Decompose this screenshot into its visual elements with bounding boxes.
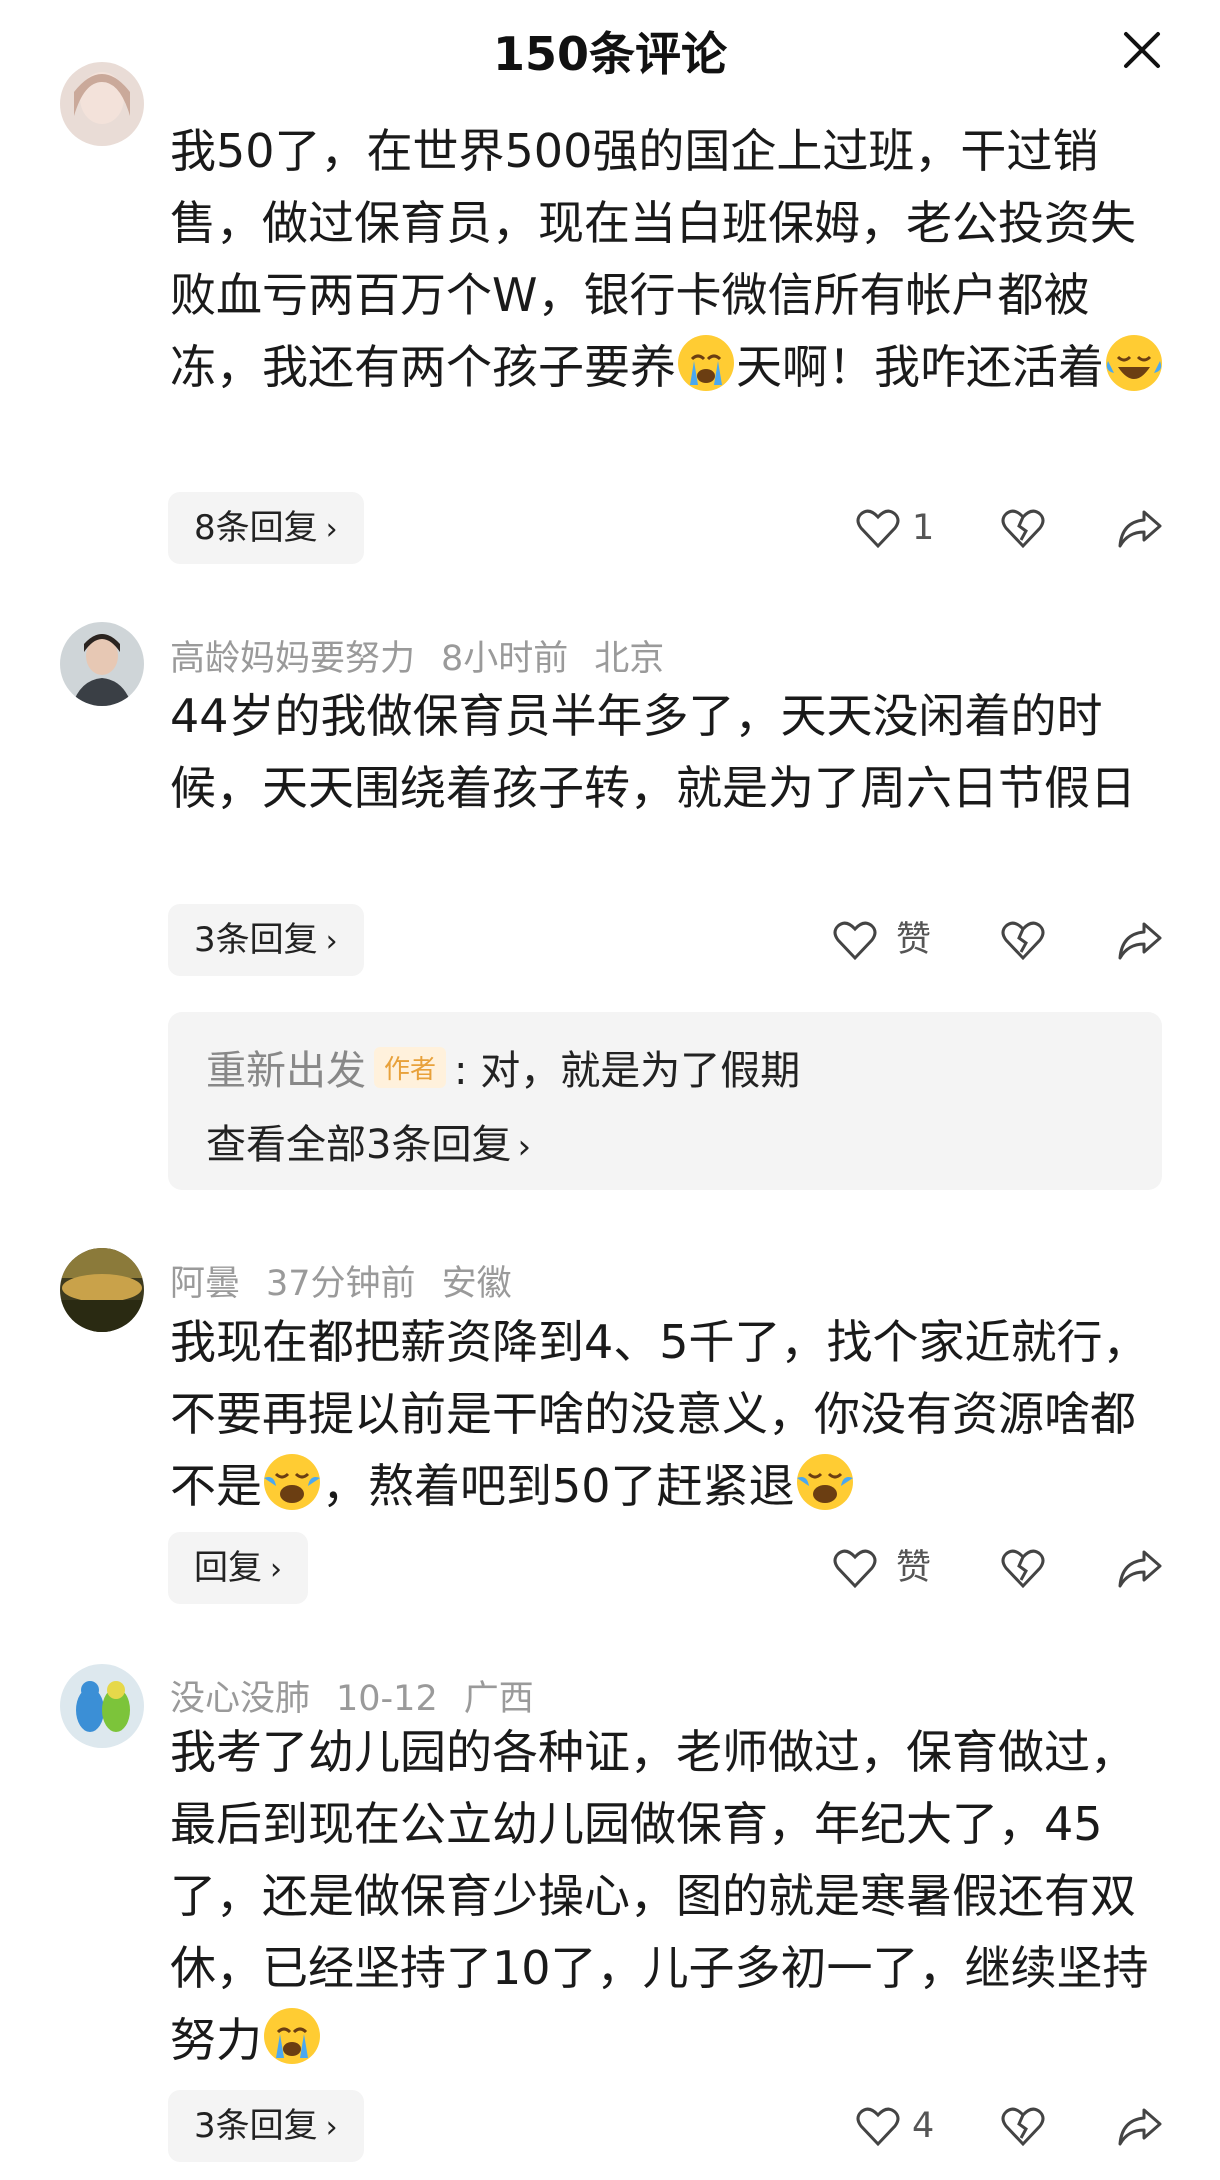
comment-text: 我现在都把薪资降到4、5千了，找个家近就行，不要再提以前是干啥的没意义，你没有资… — [170, 1315, 1149, 1513]
comment-text: 我考了幼儿园的各种证，老师做过，保育做过，最后到现在公立幼儿园做保育，年纪大了，… — [170, 1725, 1149, 2067]
reply-text: : 对，就是为了假期 — [454, 1048, 801, 1094]
close-icon[interactable] — [1118, 26, 1166, 74]
laughing-crying-emoji-icon — [796, 1454, 853, 1510]
username[interactable]: 阿曇 — [170, 1264, 240, 1304]
dislike-broken-heart-icon[interactable] — [1000, 916, 1046, 964]
timestamp: 10-12 — [336, 1679, 438, 1719]
comment-actions: 赞 — [0, 1532, 1220, 1604]
avatar[interactable] — [60, 62, 144, 146]
comment-meta: 阿曇 37分钟前 安徽 — [170, 1255, 538, 1306]
share-icon[interactable] — [1116, 916, 1164, 964]
reply-author-name[interactable]: 重新出发 — [206, 1048, 366, 1094]
like-heart-icon[interactable] — [855, 2102, 901, 2150]
username[interactable]: 没心没肺 — [170, 1679, 310, 1719]
location: 广西 — [463, 1679, 534, 1719]
author-badge: 作者 — [374, 1047, 447, 1088]
like-heart-icon[interactable] — [832, 916, 878, 964]
laughing-crying-emoji-icon — [264, 1454, 320, 1510]
like-label[interactable]: 赞 — [896, 908, 931, 972]
dislike-broken-heart-icon[interactable] — [1000, 1544, 1046, 1592]
comment-actions: 1 — [0, 492, 1220, 564]
view-all-replies-link[interactable]: 查看全部3条回复 › — [206, 1112, 531, 1170]
comment-text: 44岁的我做保育员半年多了，天天没闲着的时候，天天围绕着孩子转，就是为了周六日节… — [170, 689, 1136, 815]
comment-text: 我50了，在世界500强的国企上过班，干过销售，做过保育员，现在当白班保姆，老公… — [170, 115, 1170, 403]
location: 安徽 — [441, 1264, 512, 1304]
avatar[interactable] — [60, 622, 144, 706]
share-icon[interactable] — [1116, 1544, 1164, 1592]
share-icon[interactable] — [1116, 2102, 1164, 2150]
page-title: 150条评论 — [492, 27, 728, 81]
avatar[interactable] — [60, 1664, 144, 1748]
like-count: 1 — [912, 508, 935, 548]
timestamp: 8小时前 — [441, 639, 569, 679]
like-count: 4 — [912, 2106, 935, 2146]
share-icon[interactable] — [1116, 504, 1164, 552]
location: 北京 — [594, 639, 665, 679]
like-heart-icon[interactable] — [855, 504, 901, 552]
crying-face-emoji-icon — [678, 335, 734, 391]
comment-actions: 赞 — [0, 904, 1220, 976]
crying-face-emoji-icon — [264, 2008, 320, 2064]
timestamp: 37分钟前 — [266, 1264, 416, 1304]
like-heart-icon[interactable] — [832, 1544, 878, 1592]
comment-meta: 高龄妈妈要努力 8小时前 北京 — [170, 630, 690, 681]
author-reply-preview[interactable]: 重新出发 作者: 对，就是为了假期 查看全部3条回复 › — [168, 1012, 1162, 1190]
tears-of-joy-emoji-icon — [1106, 335, 1162, 391]
username[interactable]: 高龄妈妈要努力 — [170, 639, 415, 679]
like-label[interactable]: 赞 — [896, 1536, 931, 1600]
comment-actions: 4 — [0, 2090, 1220, 2162]
avatar[interactable] — [60, 1248, 144, 1332]
dislike-broken-heart-icon[interactable] — [1000, 504, 1046, 552]
dislike-broken-heart-icon[interactable] — [1000, 2102, 1046, 2150]
comments-header: 150条评论 — [0, 0, 1220, 100]
comment-meta: 没心没肺 10-12 广西 — [170, 1670, 560, 1721]
